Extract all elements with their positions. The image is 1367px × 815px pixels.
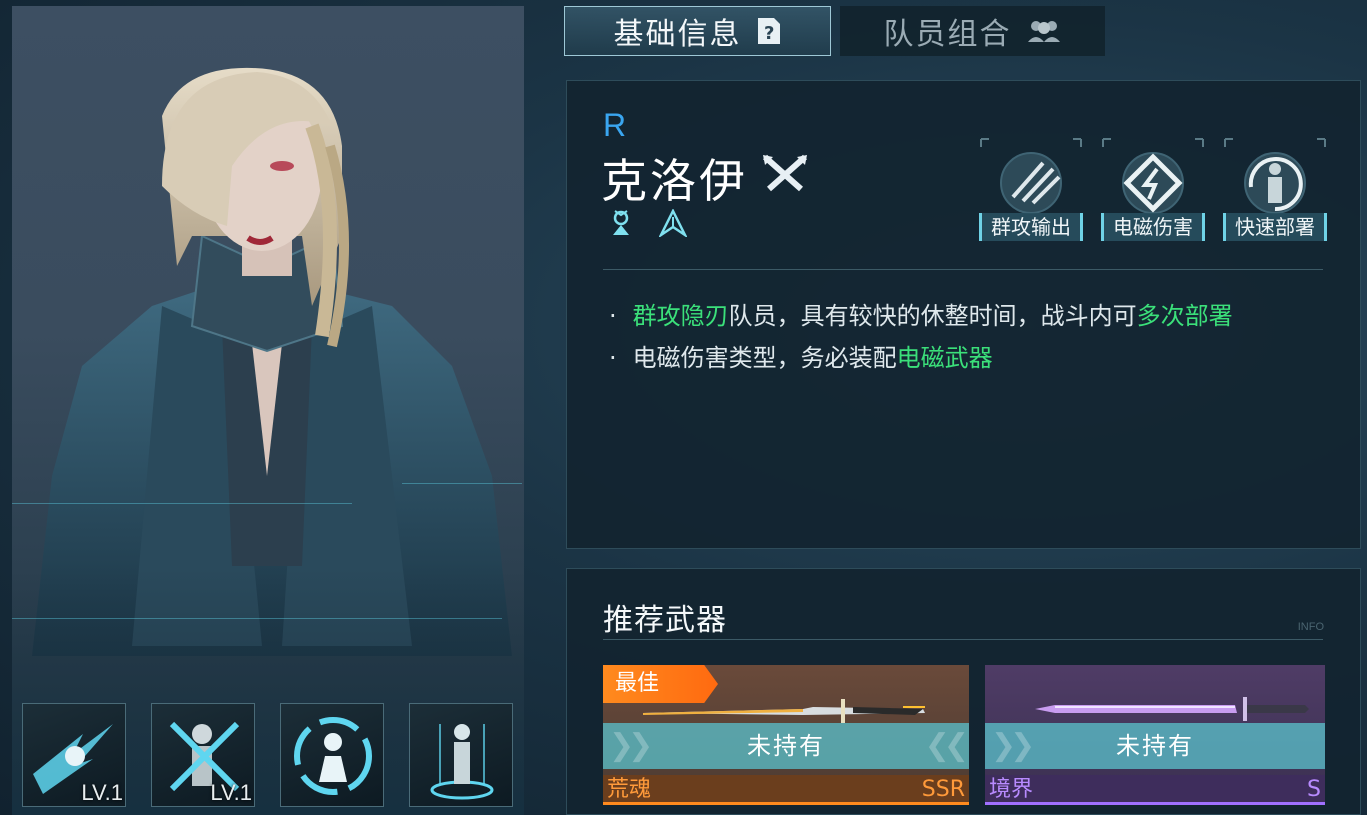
status-text: 未持有 [1116,732,1194,760]
quick-deploy-icon [1224,138,1326,214]
skill-list: LV.1 LV.1 [22,703,513,807]
weapon-rarity: SSR [921,777,965,802]
description-text: 电磁伤害类型，务必装配 [632,344,897,372]
tag-label: 群攻输出 [979,213,1083,241]
skill-slot[interactable]: LV.1 [151,703,255,807]
skill-level: LV.1 [210,780,252,805]
sword-icon [1035,697,1309,721]
weapon-rarity: S [1307,777,1321,802]
split-ribbon-icon[interactable] [659,209,687,237]
tab-team-combo[interactable]: 队员组合 [840,6,1105,56]
weapons-title: 推荐武器 [603,603,727,638]
highlight-text: 多次部署 [1136,302,1233,330]
tab-basic-info[interactable]: 基础信息 ? [564,6,831,56]
character-info-card: R 克洛伊 群攻输出 电磁伤害 快速部署 · 群攻隐刃队员，具有较快的休整时间，… [566,80,1361,549]
hologram-figure-icon [430,724,494,800]
info-hint: INFO [1297,621,1324,633]
scan-line [12,503,352,504]
katana-icon [643,699,925,723]
tag-quick-deploy[interactable]: 快速部署 [1223,137,1327,241]
tag-electromagnetic-damage[interactable]: 电磁伤害 [1101,137,1205,241]
highlight-text: 电磁武器 [896,344,993,372]
chevron-right-icon: ❯❯ [609,728,653,763]
skill-level: LV.1 [81,780,123,805]
character-portrait: LV.1 LV.1 [12,6,524,815]
weapon-footer: 荒魂 SSR [603,775,969,805]
chevron-right-icon: ❯❯ [991,728,1035,763]
description-line: 电磁伤害类型，务必装配电磁武器 [609,337,1233,379]
svg-text:?: ? [764,23,776,44]
weapon-card-item[interactable]: 最佳 ❯❯ 未持有 ❮❮ 荒魂 SSR [603,665,969,805]
description-line: 群攻隐刃队员，具有较快的休整时间，战斗内可多次部署 [609,295,1233,337]
section-divider [603,269,1323,270]
weapon-name: 荒魂 [607,777,652,802]
rarity-label: R [603,107,627,143]
character-illustration [12,67,524,815]
tag-aoe-output[interactable]: 群攻输出 [979,137,1083,241]
ownership-status: ❯❯ 未持有 ❮❮ [603,723,969,769]
info-card-icon: ? [757,18,780,44]
skill-slot[interactable]: LV.1 [22,703,126,807]
tag-label: 电磁伤害 [1101,213,1205,241]
team-group-icon [1027,21,1060,42]
highlight-text: 群攻隐刃 [632,302,729,330]
redeploy-cycle-icon [294,717,372,795]
description-text: 队员，具有较快的休整时间，战斗内可 [728,302,1137,330]
tag-label: 快速部署 [1223,213,1327,241]
aoe-blades-icon [980,138,1082,214]
skill-slot[interactable] [280,703,384,807]
lightning-diamond-icon [1102,138,1204,214]
scan-line [402,483,522,484]
crowned-figure-icon[interactable] [609,209,633,237]
scan-line [12,618,502,619]
tab-team-combo-label: 队员组合 [883,17,1012,52]
character-type-icons [609,209,687,237]
weapon-name: 境界 [989,777,1034,802]
ownership-status: ❯❯ 未持有 [985,723,1325,769]
tab-basic-info-label: 基础信息 [613,17,742,52]
section-divider [603,639,1323,640]
character-description: 群攻隐刃队员，具有较快的休整时间，战斗内可多次部署 电磁伤害类型，务必装配电磁武… [609,295,1233,379]
crossed-blades-icon [763,154,807,192]
skill-slot[interactable] [409,703,513,807]
character-tags: 群攻输出 电磁伤害 快速部署 [979,137,1327,241]
status-text: 未持有 [747,732,825,760]
recommended-weapons-card: 推荐武器 INFO 最佳 ❯❯ 未持有 ❮❮ 荒魂 SSR ❯❯ 未持有 境界 … [566,568,1361,815]
weapon-card-item[interactable]: ❯❯ 未持有 境界 S [985,665,1325,805]
weapon-footer: 境界 S [985,775,1325,805]
character-name: 克洛伊 [601,154,748,208]
chevron-left-icon: ❮❮ [924,728,969,763]
